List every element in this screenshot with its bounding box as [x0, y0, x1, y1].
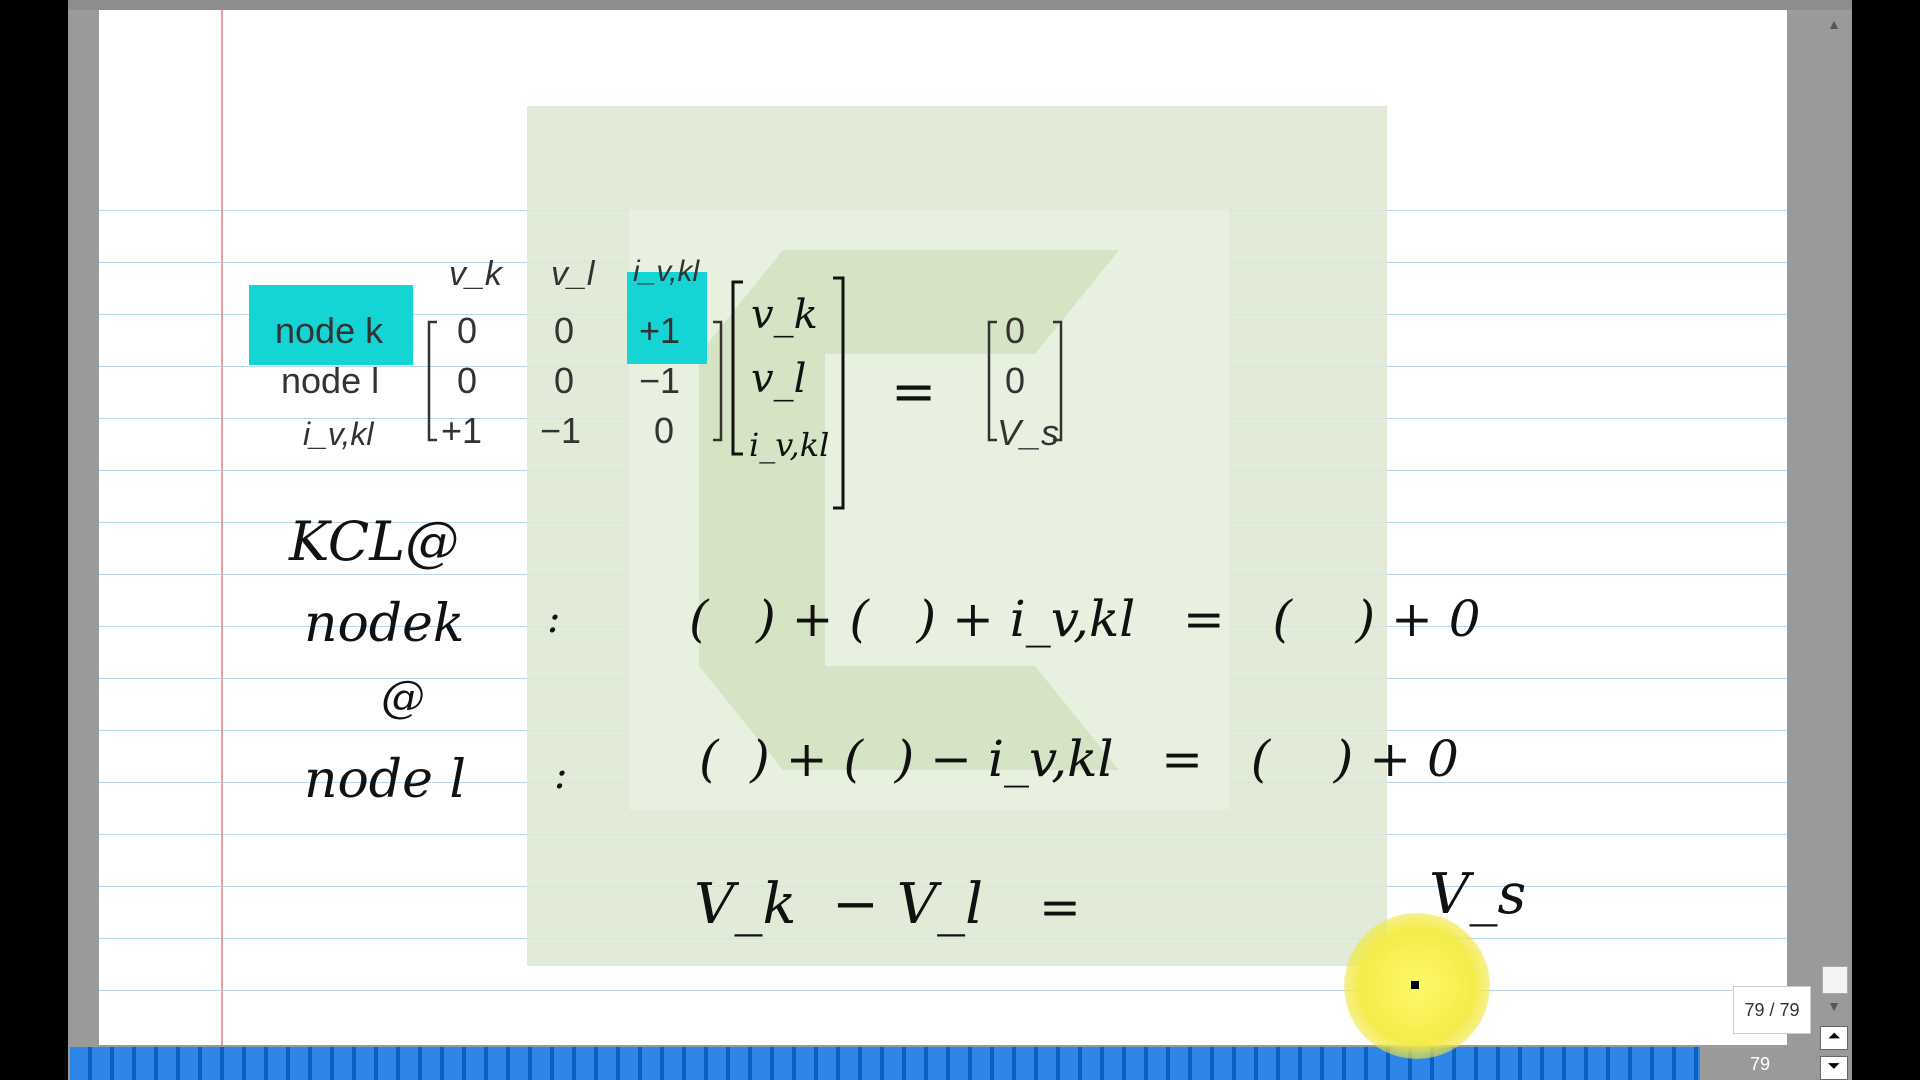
page-down-double-chevron-icon[interactable]: ⏷: [1820, 1056, 1848, 1080]
mouse-pointer-icon: [1411, 981, 1419, 989]
nodel-label: node l: [304, 750, 467, 810]
col-header-ivkl: i_v,kl: [633, 255, 700, 288]
matrix-cell: 0: [554, 360, 575, 401]
scrollbar-thumb[interactable]: [1822, 966, 1848, 994]
kcl-equation-node-l: ( ) + ( ) − i_v,kl = ( ) + 0: [699, 730, 1459, 788]
matrix-cell: 0: [457, 310, 478, 351]
matrix-cell: +1: [639, 310, 681, 351]
colon-1: :: [547, 596, 561, 642]
matrix-cell: −1: [540, 410, 582, 451]
matrix-cell: −1: [639, 360, 681, 401]
ruled-line: [99, 990, 1787, 991]
rhs-cell: V_s: [997, 412, 1060, 453]
page-up-double-chevron-icon[interactable]: ⏶: [1820, 1026, 1848, 1050]
nodek-label: nodek: [304, 594, 465, 654]
unknown-vl: v_l: [751, 356, 807, 402]
kcl-label: KCL@: [289, 510, 460, 573]
voltage-eq-equals: =: [1039, 878, 1081, 936]
voltage-eq-lhs: V_k − V_l: [694, 872, 984, 937]
col-header-vl: v_l: [551, 255, 595, 293]
unknown-vk: v_k: [751, 292, 818, 338]
notebook-page[interactable]: v_k v_l i_v,kl node k node l i_v,kl 0 0 …: [99, 10, 1787, 1045]
kcl-equation-node-k: ( ) + ( ) + i_v,kl = ( ) + 0: [689, 590, 1481, 648]
scroll-up-arrow-icon[interactable]: ▲: [1820, 12, 1848, 36]
rhs-cell: 0: [1005, 360, 1026, 401]
page-thumbnail-strip[interactable]: [70, 1047, 1700, 1080]
matrix-cell: 0: [654, 410, 675, 451]
top-border: [68, 0, 1852, 10]
rhs-cell: 0: [1005, 310, 1026, 351]
col-header-vk: v_k: [449, 255, 502, 293]
matrix-equals: =: [891, 360, 937, 423]
row-label-node-k: node k: [275, 310, 384, 351]
at-symbol: @: [381, 672, 425, 723]
scroll-down-arrow-icon[interactable]: ▼: [1820, 994, 1848, 1018]
page-indicator: 79 / 79: [1733, 986, 1811, 1034]
colon-2: :: [554, 752, 568, 798]
matrix-cell: +1: [441, 410, 483, 451]
matrix-cell: 0: [457, 360, 478, 401]
margin-line: [221, 10, 223, 1045]
row-label-ivkl: i_v,kl: [303, 416, 374, 452]
unknown-ivkl: i_v,kl: [749, 426, 830, 464]
matrix-cell: 0: [554, 310, 575, 351]
current-page-number: 79: [1749, 1054, 1771, 1074]
row-label-node-l: node l: [281, 360, 380, 401]
